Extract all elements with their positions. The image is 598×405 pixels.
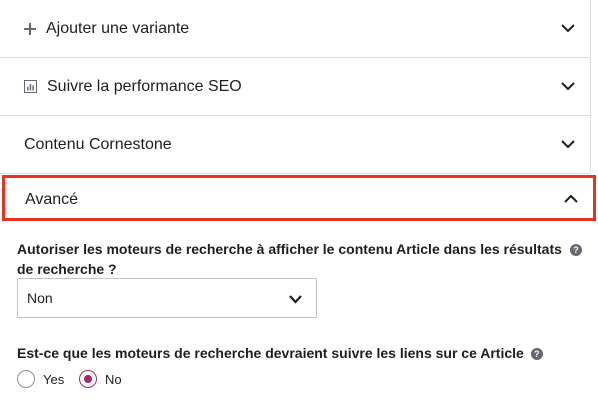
plus-icon: [24, 22, 36, 35]
chevron-up-icon[interactable]: [563, 190, 579, 206]
panel-seo-performance[interactable]: Suivre la performance SEO: [0, 58, 590, 116]
panel-cornerstone[interactable]: Contenu Cornestone: [0, 116, 590, 174]
follow-links-question: Est-ce que les moteurs de recherche devr…: [17, 343, 543, 363]
radio-no-label: No: [105, 371, 122, 387]
chart-icon: [24, 80, 37, 93]
chevron-down-icon: [289, 291, 302, 309]
chevron-down-icon[interactable]: [560, 21, 576, 37]
panel-label: Suivre la performance SEO: [47, 77, 242, 95]
panel-add-variant[interactable]: Ajouter une variante: [0, 0, 590, 58]
radio-option-yes[interactable]: Yes: [17, 370, 64, 388]
follow-links-question-text: Est-ce que les moteurs de recherche devr…: [17, 345, 524, 361]
search-visibility-question-line2: de recherche ?: [17, 261, 117, 277]
radio-no[interactable]: [79, 370, 97, 388]
search-visibility-question: Autoriser les moteurs de recherche à aff…: [17, 239, 567, 279]
help-icon[interactable]: ?: [570, 244, 582, 256]
help-icon[interactable]: ?: [530, 348, 543, 361]
radio-yes[interactable]: [17, 370, 35, 388]
chevron-down-icon[interactable]: [560, 79, 576, 95]
panel-advanced-label: Avancé: [25, 191, 79, 208]
radio-option-no[interactable]: No: [79, 370, 122, 388]
panel-advanced[interactable]: Avancé: [2, 175, 596, 221]
panel-right-border: [590, 0, 591, 172]
chevron-down-icon[interactable]: [560, 137, 576, 153]
panel-label: Contenu Cornestone: [24, 135, 172, 153]
panel-label: Ajouter une variante: [46, 19, 190, 37]
search-visibility-question-line1: Autoriser les moteurs de recherche à aff…: [17, 241, 562, 257]
select-value: Non: [27, 290, 53, 306]
search-visibility-select[interactable]: Non: [17, 278, 317, 318]
radio-yes-label: Yes: [43, 371, 65, 387]
